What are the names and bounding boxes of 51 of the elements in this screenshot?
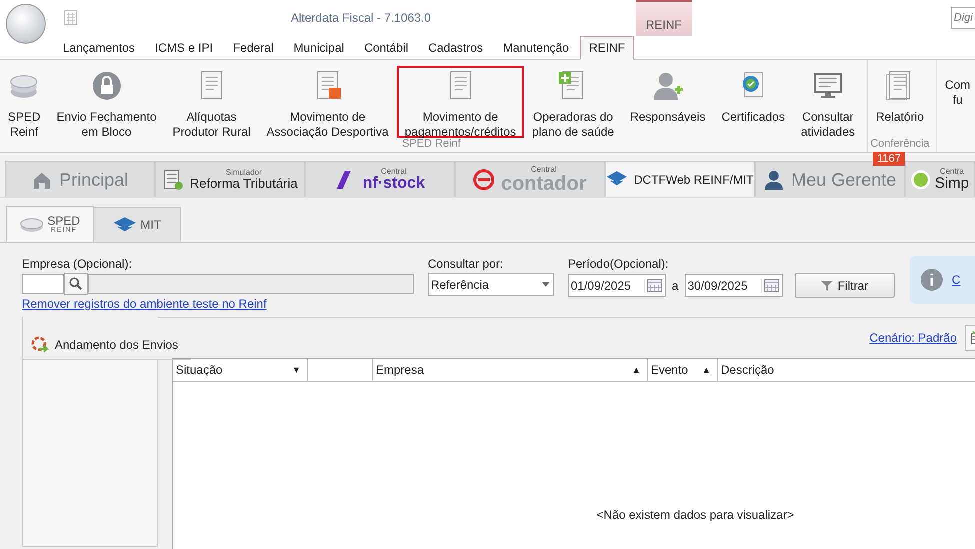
- ribbon-button[interactable]: Movimento de pagamentos/créditos: [396, 66, 524, 138]
- field-label: Consultar por:: [428, 257, 504, 271]
- ribbon-button[interactable]: SPED Reinf: [0, 66, 49, 138]
- ribbon-tab[interactable]: Cadastros: [419, 36, 492, 59]
- context-tab-header: REINF: [636, 0, 692, 36]
- start-date-field[interactable]: 01/09/2025: [568, 274, 666, 297]
- info-link[interactable]: C: [952, 273, 961, 287]
- group-label: SPED Reinf: [401, 138, 461, 152]
- column-header[interactable]: Situação: [176, 363, 223, 377]
- scenario-link[interactable]: Cenário: Padrão: [870, 331, 957, 345]
- ribbon-tab[interactable]: Manutenção: [494, 36, 578, 59]
- module-tab[interactable]: Central nf·stock: [305, 161, 455, 197]
- ribbon-button[interactable]: Relatório: [868, 66, 932, 138]
- module-tab[interactable]: DCTFWeb REINF/MIT: [605, 161, 755, 197]
- panel-title: Andamento dos Envios: [55, 338, 178, 352]
- empty-message: <Não existem dados para visualizar>: [596, 508, 794, 522]
- sort-arrow: ▲: [702, 365, 711, 375]
- query-type-dropdown[interactable]: Referência: [428, 273, 554, 296]
- ribbon-button[interactable]: Operadoras do plano de saúde: [524, 66, 622, 138]
- ribbon-button[interactable]: Com fu: [937, 66, 975, 138]
- remove-records-link[interactable]: Remover registros do ambiente teste no Reinf: [22, 297, 414, 311]
- ribbon-tab[interactable]: Municipal: [284, 36, 354, 59]
- field-label: Empresa (Opcional):: [22, 257, 134, 271]
- sub-tab[interactable]: MIT: [93, 207, 181, 242]
- filter-button[interactable]: Filtrar: [794, 273, 895, 298]
- ribbon-tab[interactable]: ICMS e IPI: [146, 36, 222, 59]
- module-tab[interactable]: Centra Simp: [905, 161, 975, 197]
- sort-arrow: ▲: [632, 365, 641, 375]
- window-title: Alterdata Fiscal - 7.1063.0: [291, 11, 432, 25]
- column-header[interactable]: Descrição: [721, 363, 774, 377]
- search-field[interactable]: Digi: [951, 7, 975, 29]
- sort-arrow: ▼: [292, 365, 301, 375]
- ribbon-button[interactable]: Movimento de Associação Desportiva: [258, 66, 397, 138]
- ribbon-button[interactable]: Certificados: [714, 66, 794, 138]
- module-tab[interactable]: Central contador: [455, 161, 605, 197]
- group-label: Conferência: [869, 138, 931, 152]
- count-badge: 1167: [873, 152, 905, 166]
- range-separator: a: [672, 278, 679, 292]
- column-header[interactable]: Evento: [651, 363, 688, 377]
- field-label: Período(Opcional):: [568, 257, 670, 271]
- ribbon-button[interactable]: Envio Fechamento em Bloco: [48, 66, 165, 138]
- ribbon-button[interactable]: Alíquotas Produtor Rural: [164, 66, 259, 138]
- module-tab[interactable]: Simulador Reforma Tributária: [155, 161, 305, 197]
- end-date-field[interactable]: 30/09/2025: [684, 274, 783, 297]
- ribbon-button[interactable]: Responsáveis: [622, 66, 714, 138]
- ribbon-tab[interactable]: Federal: [224, 36, 283, 59]
- column-header[interactable]: Empresa: [376, 363, 424, 377]
- ribbon-button[interactable]: Consultar atividades: [793, 66, 864, 138]
- ribbon-tab[interactable]: REINF: [580, 36, 634, 60]
- ribbon-tab[interactable]: Lançamentos: [54, 36, 144, 59]
- ribbon-tab[interactable]: Contábil: [355, 36, 418, 59]
